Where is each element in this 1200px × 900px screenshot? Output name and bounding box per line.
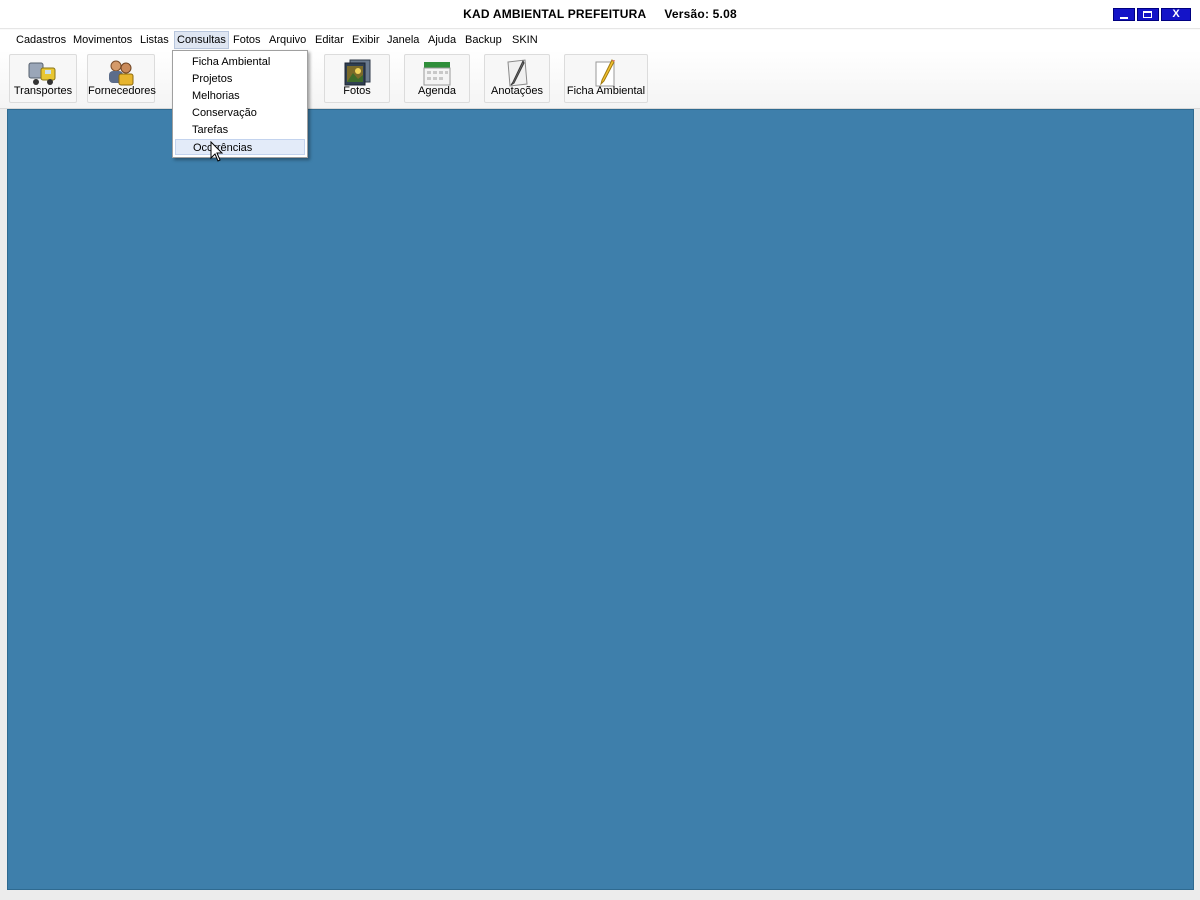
version-label: Versão: 5.08: [664, 7, 737, 21]
menu-item-tarefas[interactable]: Tarefas: [175, 122, 305, 138]
agenda-button[interactable]: Agenda: [404, 54, 470, 103]
menu-arquivo[interactable]: Arquivo: [267, 32, 308, 48]
pencil-paper-icon: [595, 59, 615, 87]
mdi-workspace: [7, 109, 1194, 890]
app-title: KAD AMBIENTAL PREFEITURA: [463, 7, 647, 21]
close-button[interactable]: X: [1161, 8, 1191, 21]
fornecedores-label: Fornecedores: [88, 85, 156, 97]
fornecedores-button[interactable]: Fornecedores: [87, 54, 156, 103]
anotacoes-button[interactable]: Anotações: [484, 54, 550, 103]
menu-exibir[interactable]: Exibir: [350, 32, 382, 48]
menu-item-ficha-ambiental[interactable]: Ficha Ambiental: [175, 54, 305, 70]
menu-skin[interactable]: SKIN: [510, 32, 540, 48]
transportes-label: Transportes: [13, 85, 73, 97]
minimize-button[interactable]: [1113, 8, 1135, 21]
menu-cadastros[interactable]: Cadastros: [14, 32, 68, 48]
maximize-icon: [1143, 11, 1152, 18]
ficha-ambiental-label: Ficha Ambiental: [566, 85, 646, 97]
consultas-dropdown: Ficha Ambiental Projetos Melhorias Conse…: [172, 50, 308, 158]
close-icon: X: [1172, 8, 1180, 20]
menu-item-projetos[interactable]: Projetos: [175, 71, 305, 87]
menu-editar[interactable]: Editar: [313, 32, 346, 48]
main-window: KAD AMBIENTAL PREFEITURA Versão: 5.08 X C…: [0, 0, 1200, 900]
agenda-label: Agenda: [418, 85, 456, 97]
title-bar[interactable]: KAD AMBIENTAL PREFEITURA Versão: 5.08 X: [0, 0, 1200, 29]
menu-item-melhorias[interactable]: Melhorias: [175, 88, 305, 104]
menu-item-conservacao[interactable]: Conservação: [175, 105, 305, 121]
menu-movimentos[interactable]: Movimentos: [71, 32, 134, 48]
fotos-button[interactable]: Fotos: [324, 54, 390, 103]
menu-bar: Cadastros Movimentos Listas Consultas Fo…: [0, 30, 1200, 50]
photos-icon: [344, 59, 371, 86]
minimize-icon: [1120, 17, 1128, 19]
calendar-icon: [423, 62, 451, 86]
menu-item-ocorrencias[interactable]: Ocorrências: [175, 139, 305, 155]
menu-janela[interactable]: Janela: [385, 32, 421, 48]
mdi-frame-left: [0, 109, 7, 890]
transportes-button[interactable]: Transportes: [9, 54, 77, 103]
people-icon: [109, 60, 134, 86]
menu-backup[interactable]: Backup: [463, 32, 504, 48]
ficha-ambiental-button[interactable]: Ficha Ambiental: [564, 54, 648, 103]
mouse-cursor-icon: [210, 141, 224, 162]
fotos-label: Fotos: [343, 85, 371, 97]
mdi-frame-bottom: [0, 890, 1200, 900]
notes-icon: [507, 59, 528, 87]
menu-consultas[interactable]: Consultas: [174, 31, 229, 49]
maximize-button[interactable]: [1137, 8, 1159, 21]
anotacoes-label: Anotações: [491, 85, 543, 97]
window-title: KAD AMBIENTAL PREFEITURA Versão: 5.08: [0, 7, 1200, 21]
menu-listas[interactable]: Listas: [138, 32, 171, 48]
mdi-frame-right: [1194, 109, 1200, 900]
menu-fotos[interactable]: Fotos: [231, 32, 263, 48]
menu-ajuda[interactable]: Ajuda: [426, 32, 458, 48]
truck-icon: [28, 62, 56, 85]
